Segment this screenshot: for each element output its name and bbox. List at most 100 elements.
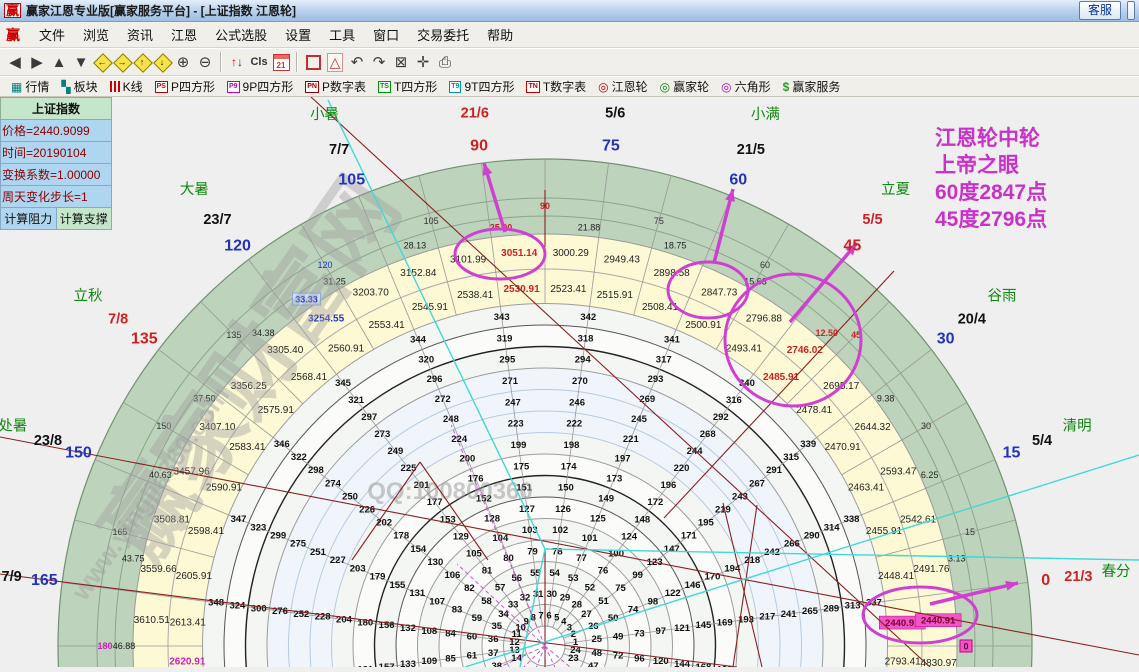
step-right-icon[interactable]: → [112, 52, 133, 73]
svg-text:76: 76 [598, 565, 609, 576]
menu-8[interactable]: 交易委托 [408, 26, 478, 45]
svg-text:46.88: 46.88 [113, 641, 136, 651]
price-row: 价格=2440.9099 [0, 120, 112, 142]
svg-text:169: 169 [717, 617, 733, 628]
gann-wheel-svg[interactable]: 1234567891011121314232425262728293031323… [0, 96, 1139, 672]
svg-text:82: 82 [464, 583, 475, 594]
svg-text:125: 125 [590, 513, 607, 524]
gann-wheel-chart-area[interactable]: 1234567891011121314232425262728293031323… [0, 96, 1139, 672]
svg-text:21/3: 21/3 [1064, 569, 1092, 585]
svg-text:146: 146 [685, 580, 701, 591]
tool-gann-wheel[interactable]: ◎ 江恩轮 [593, 77, 653, 96]
svg-text:75: 75 [654, 216, 664, 226]
step-left-icon[interactable]: ← [92, 52, 113, 73]
calc-support-button[interactable]: 计算支撑 [56, 208, 112, 230]
svg-text:立夏: 立夏 [881, 181, 910, 198]
menu-6[interactable]: 工具 [320, 26, 364, 45]
tool-t-table[interactable]: TN T数字表 [521, 77, 591, 96]
square-tool-icon[interactable] [302, 51, 324, 73]
svg-text:28: 28 [572, 600, 583, 611]
menu-5[interactable]: 设置 [276, 26, 320, 45]
menu-0[interactable]: 文件 [30, 26, 74, 45]
svg-text:30: 30 [921, 421, 931, 431]
svg-text:249: 249 [387, 446, 403, 457]
clear-icon[interactable]: ⎙ [434, 51, 456, 73]
menu-items: 文件 浏览 资讯 江恩 公式选股 设置 工具 窗口 交易委托 帮助 [30, 25, 522, 45]
svg-text:273: 273 [374, 429, 390, 440]
svg-text:223: 223 [508, 419, 524, 430]
nav-right-icon[interactable]: ▶ [26, 51, 48, 73]
svg-text:317: 317 [656, 354, 672, 365]
menu-7[interactable]: 窗口 [364, 26, 408, 45]
box-x-icon[interactable]: ⊠ [390, 51, 412, 73]
nav-up-icon[interactable]: ▲ [48, 51, 70, 73]
svg-text:2560.91: 2560.91 [328, 343, 365, 354]
svg-text:220: 220 [674, 463, 690, 474]
tool-hexagon[interactable]: ◎ 六角形 [716, 77, 776, 96]
svg-text:7/9: 7/9 [2, 569, 22, 585]
svg-text:7/7: 7/7 [329, 142, 349, 158]
svg-text:2613.41: 2613.41 [170, 618, 207, 629]
svg-text:2440.91: 2440.91 [885, 618, 920, 629]
svg-text:15: 15 [1003, 445, 1021, 462]
tool-p-square[interactable]: PS P四方形 [150, 77, 220, 96]
svg-text:28.13: 28.13 [404, 241, 427, 251]
svg-text:321: 321 [348, 395, 365, 406]
svg-text:59: 59 [472, 613, 483, 624]
step-up-icon[interactable]: ↑ [132, 52, 153, 73]
svg-text:195: 195 [698, 518, 715, 529]
triangle-tool-icon[interactable]: △ [324, 51, 346, 73]
svg-text:98: 98 [648, 596, 659, 607]
svg-text:90: 90 [470, 137, 488, 154]
zoom-in-icon[interactable]: ⊕ [172, 51, 194, 73]
partial-button[interactable] [1127, 1, 1135, 20]
calc-resistance-button[interactable]: 计算阻力 [0, 208, 57, 230]
svg-text:57: 57 [495, 582, 506, 593]
menu-bar: 赢 文件 浏览 资讯 江恩 公式选股 设置 工具 窗口 交易委托 帮助 [0, 22, 1139, 48]
step-down-icon[interactable]: ↓ [152, 52, 173, 73]
rotate-cw-icon[interactable]: ↷ [368, 51, 390, 73]
svg-text:271: 271 [502, 376, 519, 387]
tool-nine-p-square[interactable]: P9 9P四方形 [222, 77, 298, 96]
nav-left-icon[interactable]: ◀ [4, 51, 26, 73]
cls-button[interactable]: Cls [248, 51, 270, 73]
time-row: 时间=20190104 [0, 142, 112, 164]
svg-text:154: 154 [410, 544, 427, 555]
svg-text:7: 7 [538, 611, 543, 622]
tool-quotes-grid[interactable]: ▦ 行情 [6, 77, 54, 96]
menu-9[interactable]: 帮助 [478, 26, 522, 45]
menu-2[interactable]: 资讯 [118, 26, 162, 45]
calendar-icon[interactable]: 21 [270, 51, 292, 73]
customer-service-button[interactable]: 客服 [1078, 1, 1121, 20]
menu-3[interactable]: 江恩 [162, 26, 206, 45]
svg-text:222: 222 [566, 419, 582, 430]
svg-text:221: 221 [623, 434, 640, 445]
svg-text:274: 274 [325, 478, 342, 489]
zoom-out-icon[interactable]: ⊖ [194, 51, 216, 73]
nav-down-icon[interactable]: ▼ [70, 51, 92, 73]
svg-text:124: 124 [621, 531, 638, 542]
menu-4[interactable]: 公式选股 [206, 26, 276, 45]
menu-1[interactable]: 浏览 [74, 26, 118, 45]
svg-text:0: 0 [963, 642, 968, 652]
tool-p-table[interactable]: PN P数字表 [300, 77, 371, 96]
svg-text:小满: 小满 [751, 106, 780, 123]
t-square-icon: TS [377, 80, 391, 93]
svg-text:203: 203 [350, 563, 366, 574]
svg-text:2491.76: 2491.76 [913, 564, 950, 575]
svg-text:15: 15 [965, 527, 975, 537]
tool-sectors[interactable]: ▚ 板块 [56, 77, 102, 96]
svg-text:80: 80 [503, 553, 514, 564]
svg-text:342: 342 [580, 312, 596, 323]
tool-t-square[interactable]: TS T四方形 [373, 77, 442, 96]
tool-service[interactable]: $ 赢家服务 [778, 77, 846, 96]
rotate-ccw-icon[interactable]: ↶ [346, 51, 368, 73]
tool-kline[interactable]: K线 [105, 77, 148, 96]
center-icon[interactable]: ✛ [412, 51, 434, 73]
updown-icon[interactable]: ↑ ↓ [226, 51, 248, 73]
tool-nine-t-square[interactable]: T9 9T四方形 [444, 77, 519, 96]
svg-text:276: 276 [272, 606, 288, 617]
svg-text:5/6: 5/6 [605, 106, 625, 122]
svg-text:60: 60 [729, 171, 747, 188]
tool-winner-wheel[interactable]: ◎ 赢家轮 [655, 77, 715, 96]
